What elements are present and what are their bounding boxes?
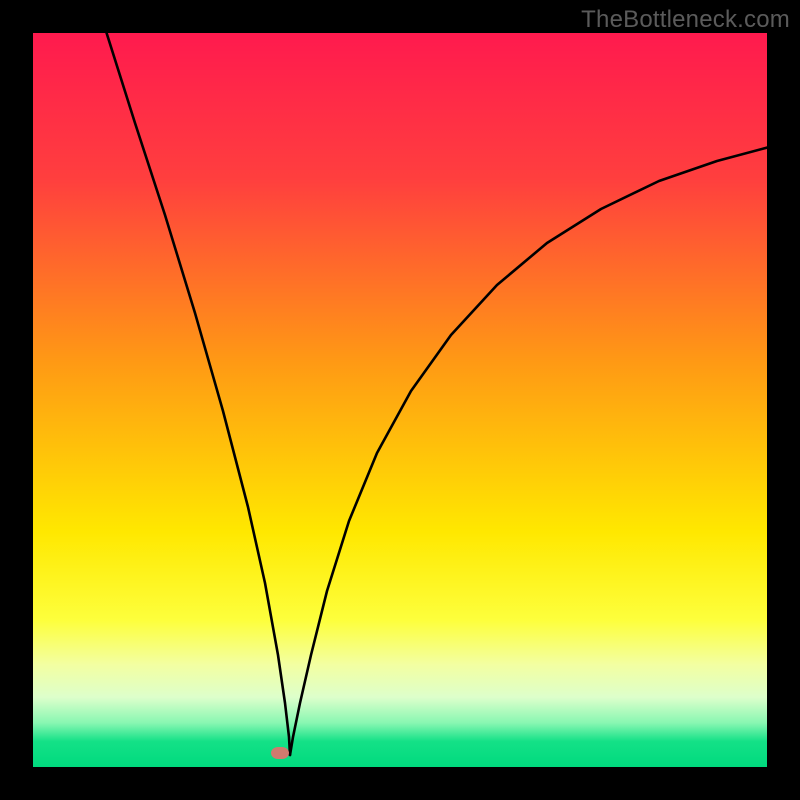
bottleneck-curve [33, 33, 767, 767]
optimal-point-marker [271, 747, 289, 759]
watermark-text: TheBottleneck.com [581, 6, 790, 34]
chart-plot-area [33, 33, 767, 767]
